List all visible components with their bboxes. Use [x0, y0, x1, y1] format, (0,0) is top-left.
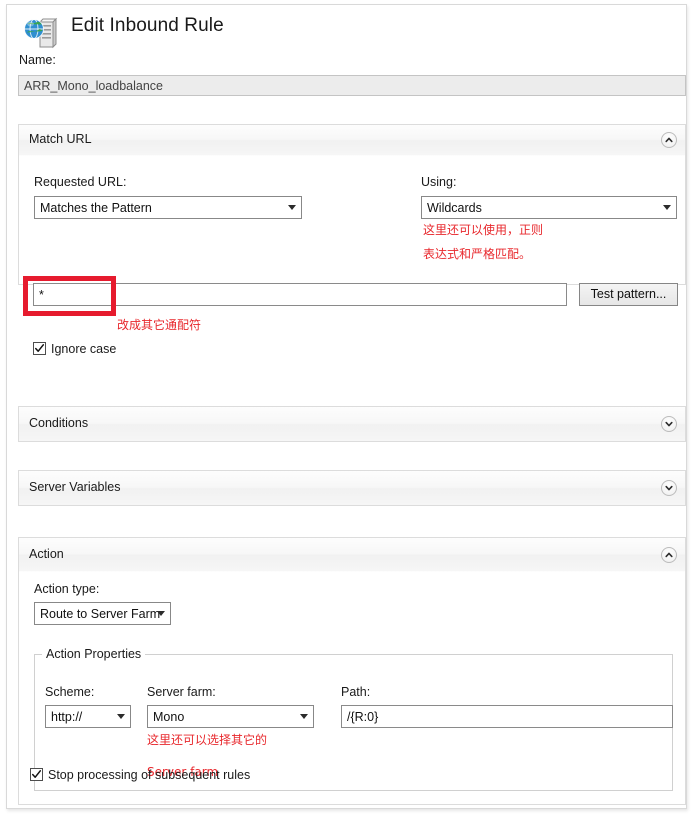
- chevron-down-icon[interactable]: [661, 480, 677, 496]
- section-action: Action Action type: Route to Server Farm…: [18, 537, 686, 805]
- path-input[interactable]: /{R:0}: [341, 705, 673, 728]
- dialog-header: Edit Inbound Rule: [17, 13, 677, 55]
- test-pattern-button[interactable]: Test pattern...: [579, 283, 678, 306]
- section-conditions[interactable]: Conditions: [18, 406, 686, 442]
- path-label: Path:: [341, 685, 370, 699]
- chevron-down-icon: [117, 714, 125, 719]
- edit-inbound-rule-dialog: Edit Inbound Rule Name: ARR_Mono_loadbal…: [0, 0, 695, 818]
- section-title-server-variables: Server Variables: [29, 480, 120, 494]
- dialog-frame: Edit Inbound Rule Name: ARR_Mono_loadbal…: [6, 4, 687, 809]
- stop-processing-checkbox[interactable]: Stop processing of subsequent rules: [30, 768, 250, 782]
- using-label: Using:: [421, 175, 456, 189]
- requested-url-value: Matches the Pattern: [40, 201, 152, 215]
- section-title-action: Action: [29, 547, 64, 561]
- chevron-down-icon: [300, 714, 308, 719]
- chevron-down-icon[interactable]: [661, 416, 677, 432]
- action-properties-label: Action Properties: [42, 647, 145, 661]
- scheme-label: Scheme:: [45, 685, 94, 699]
- ignore-case-label: Ignore case: [51, 342, 116, 356]
- server-farm-value: Mono: [153, 710, 184, 724]
- stop-processing-label: Stop processing of subsequent rules: [48, 768, 250, 782]
- using-value: Wildcards: [427, 201, 482, 215]
- section-header-match-url[interactable]: Match URL: [19, 125, 685, 156]
- chevron-up-icon[interactable]: [661, 132, 677, 148]
- chevron-down-icon: [157, 611, 165, 616]
- action-type-label: Action type:: [34, 582, 99, 596]
- action-type-select[interactable]: Route to Server Farm: [34, 602, 171, 625]
- annotation-pattern: 改成其它通配符: [117, 317, 201, 334]
- server-farm-label: Server farm:: [147, 685, 216, 699]
- chevron-down-icon: [288, 205, 296, 210]
- annotation-using-line1: 这里还可以使用，正则: [423, 222, 543, 239]
- using-select[interactable]: Wildcards: [421, 196, 677, 219]
- chevron-up-icon[interactable]: [661, 547, 677, 563]
- server-farm-select[interactable]: Mono: [147, 705, 314, 728]
- scheme-select[interactable]: http://: [45, 705, 131, 728]
- section-header-server-variables[interactable]: Server Variables: [19, 471, 685, 505]
- annotation-server-farm-line1: 这里还可以选择其它的: [147, 732, 267, 749]
- checkbox-checked-icon: [30, 768, 43, 781]
- pattern-input[interactable]: *: [33, 283, 567, 306]
- section-header-action[interactable]: Action: [19, 538, 685, 572]
- globe-server-icon: [23, 17, 61, 51]
- name-label: Name:: [19, 53, 56, 67]
- page-title: Edit Inbound Rule: [71, 15, 224, 37]
- annotation-using-line2: 表达式和严格匹配。: [423, 246, 531, 263]
- checkbox-checked-icon: [33, 342, 46, 355]
- requested-url-label: Requested URL:: [34, 175, 126, 189]
- scheme-value: http://: [51, 710, 82, 724]
- section-header-conditions[interactable]: Conditions: [19, 407, 685, 441]
- section-title-conditions: Conditions: [29, 416, 88, 430]
- name-input[interactable]: ARR_Mono_loadbalance: [18, 75, 686, 96]
- requested-url-select[interactable]: Matches the Pattern: [34, 196, 302, 219]
- section-server-variables[interactable]: Server Variables: [18, 470, 686, 506]
- ignore-case-checkbox[interactable]: Ignore case: [33, 342, 116, 356]
- chevron-down-icon: [663, 205, 671, 210]
- action-type-value: Route to Server Farm: [40, 607, 160, 621]
- section-title-match-url: Match URL: [29, 132, 92, 146]
- section-match-url: Match URL Requested URL: Matches the Pat…: [18, 124, 686, 285]
